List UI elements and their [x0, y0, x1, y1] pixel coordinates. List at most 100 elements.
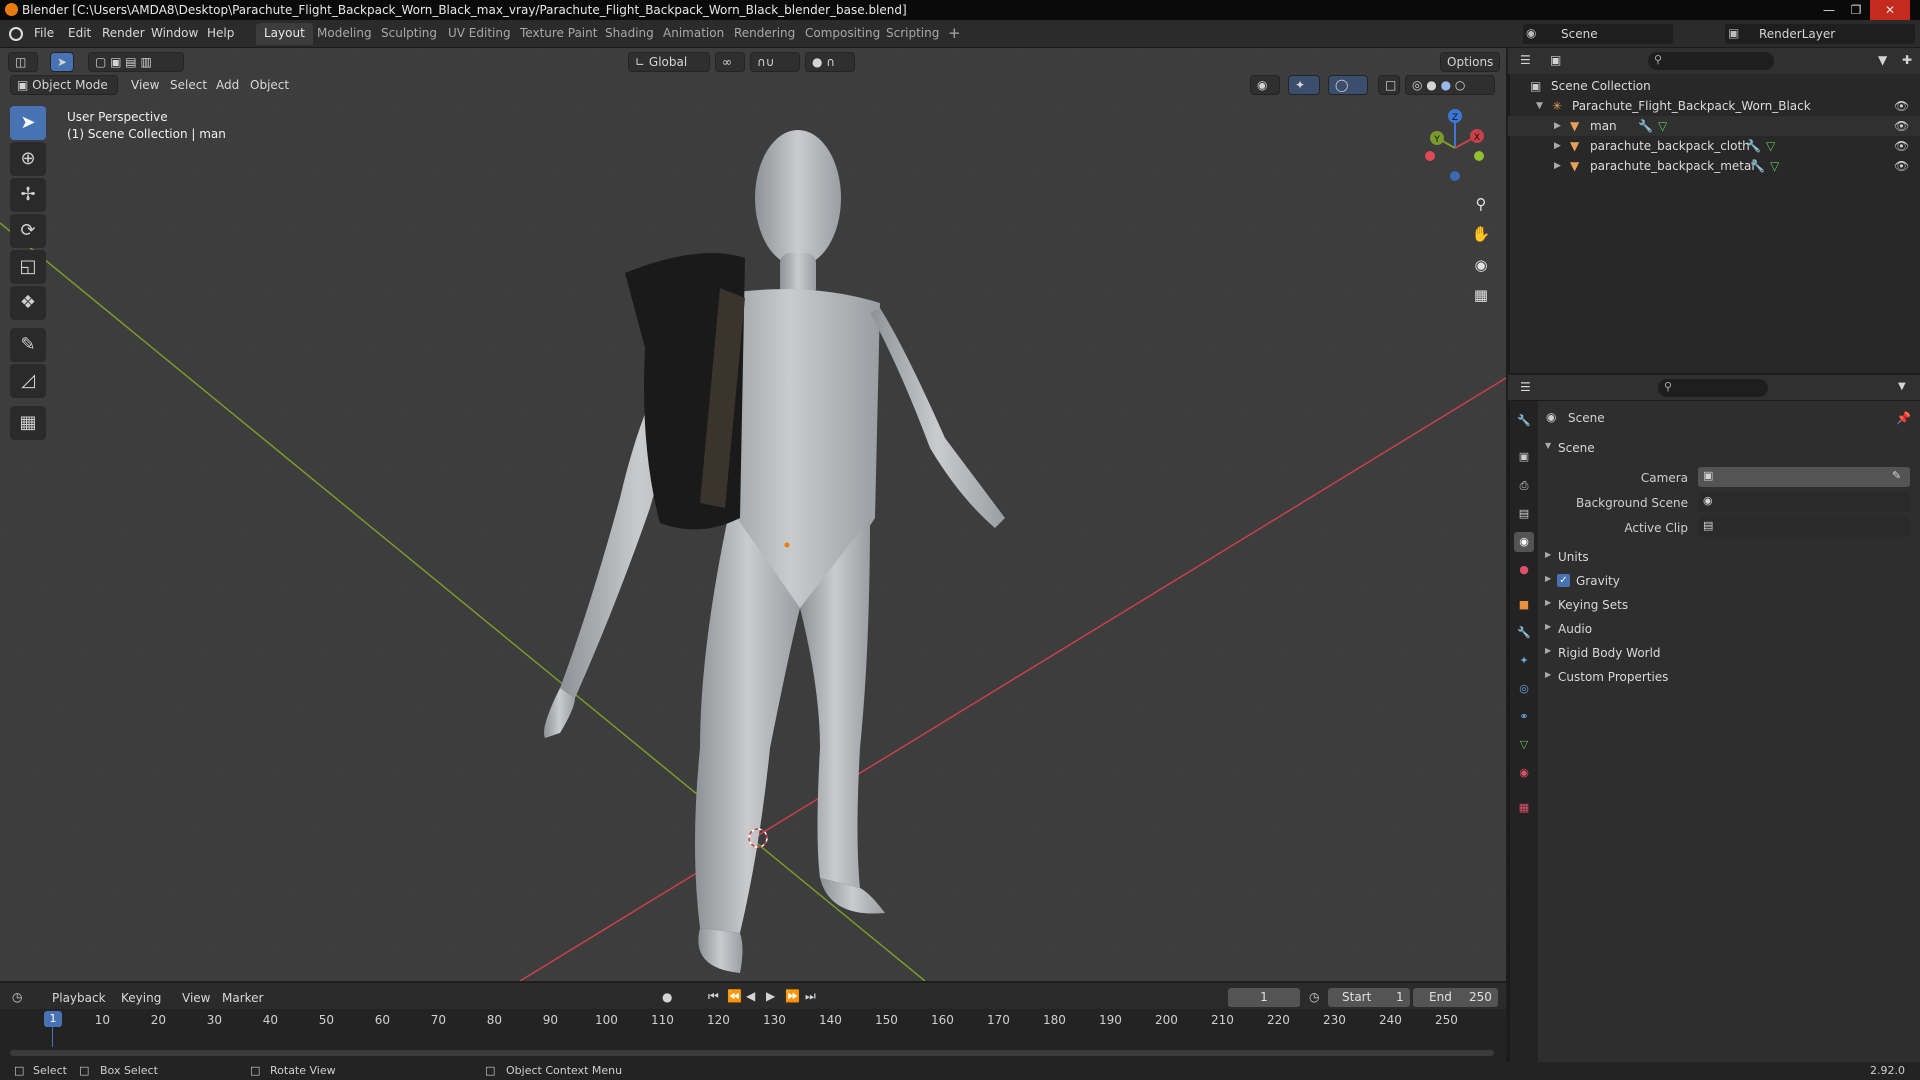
modifier-wrench-icon[interactable]: 🔧: [1750, 159, 1765, 173]
output-tab-icon[interactable]: ⎙: [1514, 476, 1534, 496]
scene-panel-header[interactable]: ▼ Scene: [1540, 437, 1918, 459]
end-frame-field[interactable]: End 250: [1413, 988, 1498, 1007]
timeline-scrollbar[interactable]: [10, 1050, 1494, 1056]
xray-toggle[interactable]: □: [1378, 75, 1400, 95]
timeline-menu-marker[interactable]: Marker: [222, 991, 263, 1005]
active-clip-field[interactable]: ▤: [1698, 517, 1910, 537]
eyedropper-icon[interactable]: ✎: [1892, 469, 1901, 482]
visibility-eye-icon[interactable]: 👁: [1894, 139, 1909, 153]
outliner-row-man[interactable]: ▶ ▼ man 🔧 ▽ 👁: [1508, 116, 1920, 136]
select-box-tool[interactable]: ➤: [10, 106, 46, 140]
background-scene-field[interactable]: ◉: [1698, 492, 1910, 512]
prev-keyframe-icon[interactable]: ⏪: [727, 989, 742, 1003]
scene-tab-icon[interactable]: ◉: [1514, 532, 1534, 552]
jump-start-icon[interactable]: ⏮: [708, 989, 719, 1004]
filter-icon[interactable]: ▼: [1878, 53, 1887, 67]
add-cube-tool[interactable]: ▦: [10, 406, 46, 440]
proportional-edit[interactable]: ● ∩: [805, 52, 855, 72]
gravity-checkbox[interactable]: ✓: [1557, 574, 1570, 587]
visibility-eye-icon[interactable]: 👁: [1894, 159, 1909, 173]
scene-selector[interactable]: ◉ Scene: [1523, 24, 1673, 44]
object-tab-icon[interactable]: ■: [1514, 595, 1534, 615]
menu-render[interactable]: Render: [102, 26, 145, 40]
outliner-row-scene-collection[interactable]: ▣ Scene Collection: [1508, 76, 1920, 96]
orientation-dropdown[interactable]: ∟ Global: [628, 52, 710, 72]
texture-tab-icon[interactable]: ▦: [1514, 798, 1534, 818]
modifier-wrench-icon[interactable]: 🔧: [1638, 119, 1653, 133]
tab-compositing[interactable]: Compositing: [797, 23, 888, 45]
record-icon[interactable]: ●: [662, 990, 672, 1004]
visibility-eye-icon[interactable]: 👁: [1894, 119, 1909, 133]
next-keyframe-icon[interactable]: ⏩: [785, 989, 800, 1003]
audio-panel-header[interactable]: ▶ Audio: [1540, 618, 1918, 640]
menu-file[interactable]: File: [34, 26, 54, 40]
tab-modeling[interactable]: Modeling: [309, 23, 380, 45]
outliner-editor-icon[interactable]: ☰: [1520, 53, 1531, 67]
material-tab-icon[interactable]: ◉: [1514, 763, 1534, 783]
viewport-menu-add[interactable]: Add: [216, 78, 239, 92]
tab-layout[interactable]: Layout: [256, 23, 313, 45]
timeline-menu-playback[interactable]: Playback: [52, 991, 106, 1005]
move-tool[interactable]: ✢: [10, 178, 46, 212]
gizmo-toggle[interactable]: ✦: [1288, 75, 1320, 95]
render-tab-icon[interactable]: ▣: [1514, 447, 1534, 467]
outliner-row-collection[interactable]: ▼ ✳ Parachute_Flight_Backpack_Worn_Black…: [1508, 96, 1920, 116]
view-layer-tab-icon[interactable]: ▤: [1514, 504, 1534, 524]
editor-type-button[interactable]: ◫: [8, 52, 38, 72]
units-panel-header[interactable]: ▶ Units: [1540, 546, 1918, 568]
modifier-tab-icon[interactable]: 🔧: [1514, 623, 1534, 643]
start-frame-field[interactable]: Start 1: [1328, 988, 1410, 1007]
timeline-menu-view[interactable]: View: [182, 991, 210, 1005]
transform-tool[interactable]: ❖: [10, 286, 46, 320]
gravity-panel-header[interactable]: ▶ ✓ Gravity: [1540, 570, 1918, 592]
tab-scripting[interactable]: Scripting: [878, 23, 947, 45]
viewport-menu-object[interactable]: Object: [250, 78, 289, 92]
measure-tool[interactable]: ◿: [10, 364, 46, 398]
minimize-button[interactable]: —: [1816, 0, 1842, 20]
keying-sets-panel-header[interactable]: ▶ Keying Sets: [1540, 594, 1918, 616]
properties-options-icon[interactable]: ▼: [1898, 381, 1906, 392]
visibility-eye-icon[interactable]: 👁: [1894, 99, 1909, 113]
selection-modes[interactable]: ▢ ▣ ▤ ▥: [88, 52, 184, 72]
object-mode-dropdown[interactable]: ▣ Object Mode: [10, 75, 118, 95]
timeline-editor-icon[interactable]: ◷: [12, 990, 22, 1004]
rotate-tool[interactable]: ⟳: [10, 214, 46, 248]
snap-toggle[interactable]: ∩∪: [750, 52, 800, 72]
3d-viewport[interactable]: ◫ ➤ ▢ ▣ ▤ ▥ ∟ Global ∞ ∩∪ ● ∩ Options ▣ …: [0, 48, 1506, 981]
jump-end-icon[interactable]: ⏭: [805, 989, 816, 1004]
viewport-menu-select[interactable]: Select: [170, 78, 207, 92]
add-workspace-button[interactable]: +: [940, 21, 969, 43]
zoom-icon[interactable]: ⚲: [1467, 190, 1495, 218]
tab-texture-paint[interactable]: Texture Paint: [512, 23, 605, 45]
physics-tab-icon[interactable]: ◎: [1514, 679, 1534, 699]
expand-arrow-icon[interactable]: ▶: [1554, 141, 1561, 151]
maximize-button[interactable]: ❐: [1843, 0, 1869, 20]
preview-range-clock-icon[interactable]: ◷: [1309, 990, 1319, 1004]
constraints-tab-icon[interactable]: ⚭: [1514, 707, 1534, 727]
menu-edit[interactable]: Edit: [68, 26, 91, 40]
overlay-toggle[interactable]: ◯: [1328, 75, 1368, 95]
playhead-frame-label[interactable]: 1: [44, 1011, 62, 1027]
mesh-data-icon[interactable]: ▽: [1766, 139, 1775, 153]
tab-sculpting[interactable]: Sculpting: [373, 23, 445, 45]
tab-uv-editing[interactable]: UV Editing: [440, 23, 519, 45]
cursor-tool[interactable]: ⊕: [10, 142, 46, 176]
navigation-gizmo[interactable]: Z X Y: [1415, 108, 1495, 188]
camera-field[interactable]: ▣ ✎: [1698, 467, 1910, 487]
outliner-row-backpack-cloth[interactable]: ▶ ▼ parachute_backpack_cloth 🔧 ▽ 👁: [1508, 136, 1920, 156]
pivot-dropdown[interactable]: ∞: [715, 52, 745, 72]
outliner-search-input[interactable]: ⚲: [1648, 52, 1774, 70]
tab-shading[interactable]: Shading: [597, 23, 662, 45]
tab-rendering[interactable]: Rendering: [726, 23, 803, 45]
outliner-display-mode-icon[interactable]: ▣: [1550, 53, 1561, 67]
tab-animation[interactable]: Animation: [655, 23, 732, 45]
renderlayer-selector[interactable]: ▣ RenderLayer: [1725, 24, 1915, 44]
timeline-menu-keying[interactable]: Keying: [121, 991, 161, 1005]
blender-menu-icon[interactable]: [9, 27, 23, 41]
collapse-arrow-icon[interactable]: ▼: [1536, 101, 1543, 111]
current-frame-field[interactable]: 1: [1228, 988, 1300, 1007]
data-tab-icon[interactable]: ▽: [1514, 735, 1534, 755]
select-mode-button[interactable]: ➤: [50, 52, 74, 72]
play-reverse-icon[interactable]: ◀: [746, 989, 755, 1003]
mesh-data-icon[interactable]: ▽: [1658, 119, 1667, 133]
